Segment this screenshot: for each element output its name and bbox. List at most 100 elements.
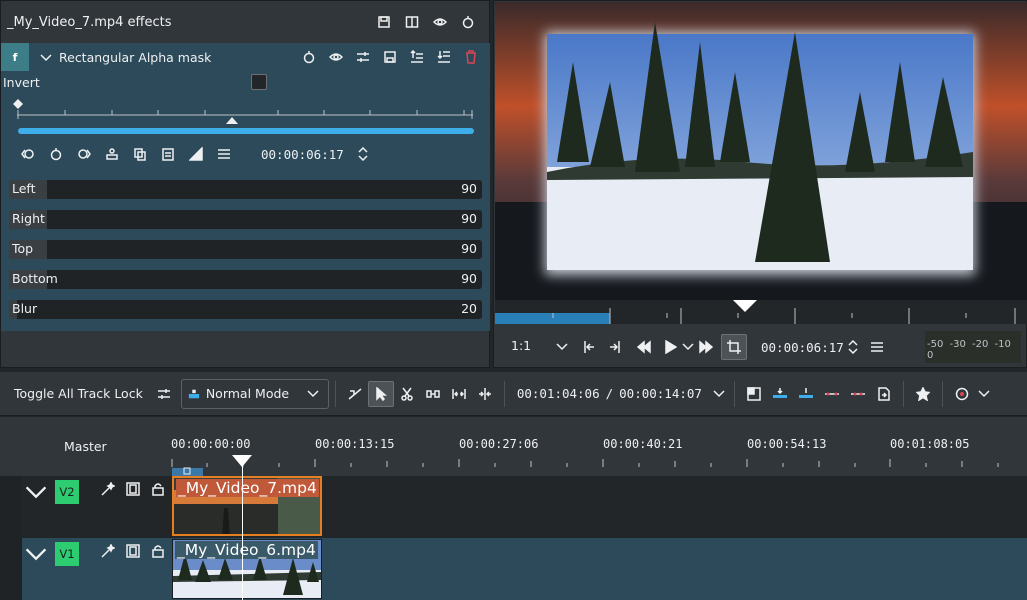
- save-stack-icon[interactable]: [375, 13, 393, 31]
- move-up-icon[interactable]: [408, 48, 426, 66]
- ruler-label: 00:00:00:00: [171, 437, 251, 451]
- param-label: Top: [12, 241, 34, 256]
- param-slider-right[interactable]: Right 90: [9, 210, 482, 229]
- eye-icon[interactable]: [327, 48, 345, 66]
- chevron-down-icon[interactable]: [37, 49, 55, 67]
- effect-item-rectangular-alpha-mask: f Rectangular Alpha mask Invert 00:00:06…: [1, 43, 490, 331]
- audio-vu-meter: -50 -30 -20 -10 0: [925, 331, 1021, 363]
- timeline-playhead-line[interactable]: [242, 455, 243, 600]
- track-badge[interactable]: V1: [55, 542, 79, 566]
- magic-wand-icon[interactable]: [99, 480, 117, 498]
- film-icon[interactable]: [124, 480, 142, 498]
- crop-icon[interactable]: [721, 334, 747, 360]
- time-spin-icon[interactable]: [354, 145, 372, 163]
- save-effect-icon[interactable]: [381, 48, 399, 66]
- forward-icon[interactable]: [697, 338, 715, 356]
- collapse-chevron-icon[interactable]: [24, 480, 48, 504]
- normal-mode-icon: [188, 385, 200, 403]
- ripple-tool-icon[interactable]: [446, 381, 472, 407]
- track-settings-icon[interactable]: [155, 385, 173, 403]
- chevron-down-icon: [553, 338, 571, 356]
- previous-keyframe-icon[interactable]: [19, 145, 37, 163]
- adjust-icon[interactable]: [354, 48, 372, 66]
- selection-tool-icon[interactable]: [367, 380, 394, 407]
- zoom-select[interactable]: 1:1: [511, 338, 571, 356]
- chevron-down-icon: [304, 385, 322, 403]
- monitor-controls: 1:1 00:00:06:17 -50 -30 -20 -10 0: [495, 327, 1027, 367]
- keyframe-range-bar[interactable]: [18, 128, 474, 134]
- magic-wand-icon[interactable]: [99, 542, 117, 560]
- clip-my-video-6[interactable]: _My_Video_6.mp4: [172, 539, 322, 599]
- spacer-tool-icon[interactable]: [420, 381, 446, 407]
- set-zone-in-icon[interactable]: [579, 338, 597, 356]
- copy-keyframe-icon[interactable]: [131, 145, 149, 163]
- track-badge[interactable]: V2: [55, 480, 79, 504]
- extract-page-icon[interactable]: [871, 381, 897, 407]
- reset-icon[interactable]: [459, 13, 477, 31]
- move-down-icon[interactable]: [435, 48, 453, 66]
- lock-icon[interactable]: [149, 542, 167, 560]
- tracks-area: V2 _My_Video_7.mp4 V1 _My_Video_6.mp4: [0, 476, 1027, 600]
- param-value: 90: [461, 271, 477, 286]
- extract-icon[interactable]: [845, 381, 871, 407]
- multicam-icon[interactable]: [342, 381, 368, 407]
- param-label: Left: [12, 181, 36, 196]
- video-preview[interactable]: [495, 2, 1027, 300]
- rewind-icon[interactable]: [635, 338, 653, 356]
- delete-icon[interactable]: [462, 48, 480, 66]
- toggle-track-lock-button[interactable]: Toggle All Track Lock: [14, 386, 143, 401]
- film-icon[interactable]: [124, 542, 142, 560]
- record-icon[interactable]: [949, 381, 975, 407]
- monitor-playhead-marker[interactable]: [733, 300, 757, 312]
- curve-icon[interactable]: [187, 145, 205, 163]
- thumbnail-view-icon[interactable]: [741, 381, 767, 407]
- lift-icon[interactable]: [819, 381, 845, 407]
- keyframe-time[interactable]: 00:00:06:17: [261, 147, 344, 162]
- play-options-chevron-icon[interactable]: [679, 338, 697, 356]
- keyframe-position-marker[interactable]: [226, 117, 238, 125]
- slip-tool-icon[interactable]: [472, 381, 498, 407]
- clip-my-video-7[interactable]: _My_Video_7.mp4: [172, 476, 322, 536]
- menu-icon[interactable]: [868, 338, 886, 356]
- overwrite-icon[interactable]: [793, 381, 819, 407]
- next-keyframe-icon[interactable]: [75, 145, 93, 163]
- keyframe-diamond[interactable]: [13, 99, 23, 109]
- clip-title: _My_Video_7.mp4: [176, 479, 319, 497]
- reset-effect-icon[interactable]: [300, 48, 318, 66]
- eye-icon[interactable]: [431, 13, 449, 31]
- razor-tool-icon[interactable]: [394, 381, 420, 407]
- param-slider-blur[interactable]: Blur 20: [9, 300, 482, 319]
- timeline-toolbar: Toggle All Track Lock Normal Mode 00:01:…: [0, 372, 1027, 416]
- play-icon[interactable]: [661, 338, 679, 356]
- timeline-position[interactable]: 00:01:04:06: [517, 386, 600, 401]
- timecode-chevron-icon[interactable]: [710, 385, 728, 403]
- paste-keyframe-icon[interactable]: [159, 145, 177, 163]
- monitor-timecode[interactable]: 00:00:06:17: [761, 340, 844, 355]
- effects-header: _My_Video_7.mp4 effects: [1, 1, 491, 43]
- menu-icon[interactable]: [215, 145, 233, 163]
- param-slider-top[interactable]: Top 90: [9, 240, 482, 259]
- param-slider-bottom[interactable]: Bottom 90: [9, 270, 482, 289]
- compare-split-icon[interactable]: [403, 13, 421, 31]
- track-header-v2: V2: [22, 476, 170, 538]
- favorite-star-icon[interactable]: [910, 381, 936, 407]
- set-zone-out-icon[interactable]: [607, 338, 625, 356]
- param-slider-left[interactable]: Left 90: [9, 180, 482, 199]
- ruler-label: 00:01:08:05: [890, 437, 970, 451]
- add-keyframe-icon[interactable]: [47, 145, 65, 163]
- monitor-ruler[interactable]: [495, 300, 1027, 324]
- invert-row: Invert: [3, 74, 483, 95]
- effects-panel-title: _My_Video_7.mp4 effects: [7, 14, 172, 30]
- lock-icon[interactable]: [149, 480, 167, 498]
- invert-checkbox[interactable]: [251, 74, 267, 90]
- toolbar-menu-chevron-icon[interactable]: [975, 385, 993, 403]
- keyframe-type-icon[interactable]: [103, 145, 121, 163]
- timeline-header: Master 00:00:00:00 00:00:13:15 00:00:27:…: [0, 417, 1027, 478]
- time-spin-icon[interactable]: [844, 338, 862, 356]
- insert-icon[interactable]: [767, 381, 793, 407]
- collapse-chevron-icon[interactable]: [24, 542, 48, 566]
- keyframe-ruler[interactable]: [13, 99, 475, 124]
- effect-name: Rectangular Alpha mask: [59, 49, 212, 65]
- master-label[interactable]: Master: [64, 439, 107, 454]
- edit-mode-select[interactable]: Normal Mode: [180, 378, 329, 409]
